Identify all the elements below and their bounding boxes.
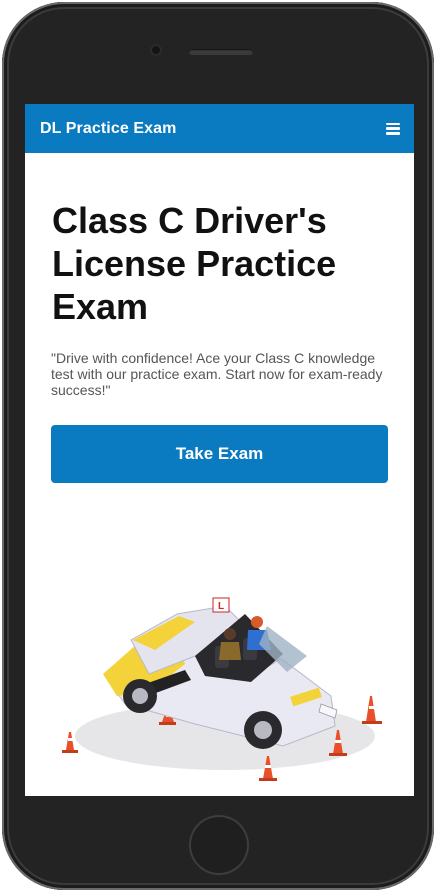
page-title: Class C Driver's License Practice Exam	[52, 200, 337, 327]
screen: DL Practice Exam Class C Driver's Licens…	[25, 104, 414, 796]
earpiece-speaker	[189, 49, 253, 55]
navbar: DL Practice Exam	[25, 104, 414, 153]
home-button[interactable]	[189, 815, 249, 875]
brand-link[interactable]: DL Practice Exam	[40, 120, 177, 138]
phone-frame: DL Practice Exam Class C Driver's Licens…	[2, 2, 434, 890]
hamburger-menu-icon[interactable]	[386, 122, 400, 135]
take-exam-button[interactable]: Take Exam	[51, 425, 388, 483]
driving-school-car-illustration: L	[62, 597, 382, 781]
hero-tagline: "Drive with confidence! Ace your Class C…	[51, 350, 383, 398]
svg-text:L: L	[218, 601, 224, 612]
traffic-cone-icon	[362, 696, 382, 724]
front-camera	[150, 44, 162, 56]
